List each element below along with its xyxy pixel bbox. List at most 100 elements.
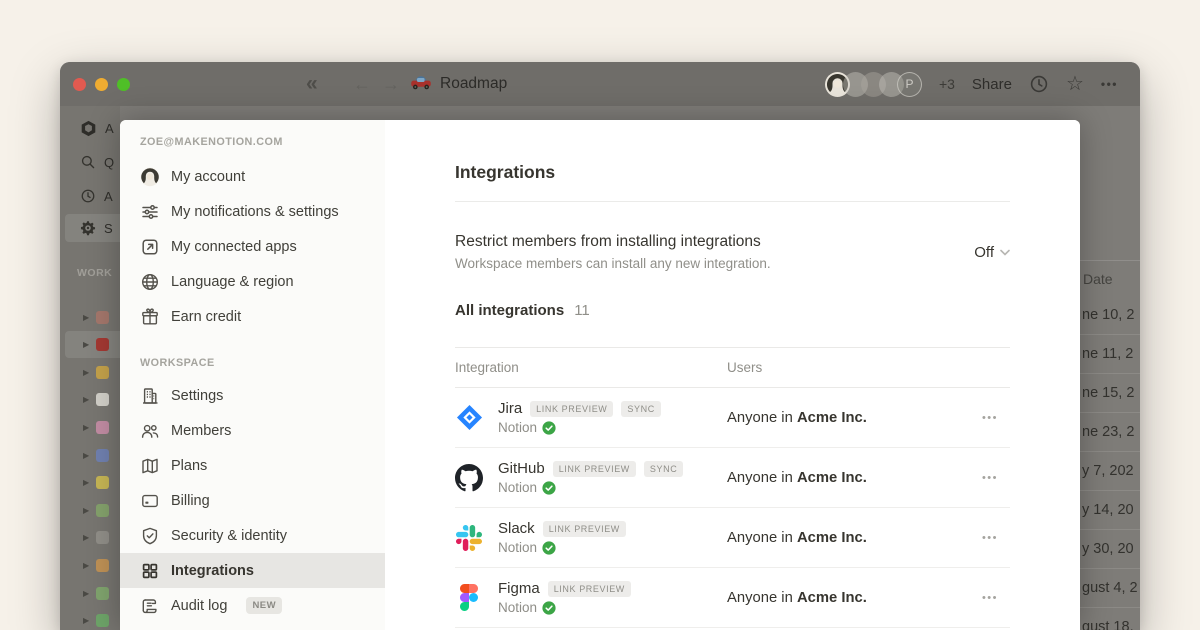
zoom-window-button[interactable] xyxy=(117,78,130,91)
chevron-down-icon xyxy=(1000,249,1010,256)
date-cell-clipped: y 30, 20 xyxy=(1080,530,1140,569)
disclosure-triangle-icon: ▶ xyxy=(83,368,89,377)
sidebar-label-clipped: A xyxy=(105,121,114,136)
sidebar-item-plans[interactable]: Plans xyxy=(120,448,385,483)
row-actions-icon[interactable]: ••• xyxy=(978,468,1002,488)
page-emoji-sparkles xyxy=(96,476,109,489)
page-emoji-leaf xyxy=(96,587,109,600)
sidebar-item-language-region[interactable]: Language & region xyxy=(120,264,385,299)
globe-icon xyxy=(140,272,160,292)
github-logo-icon xyxy=(455,464,483,492)
row-actions-icon[interactable]: ••• xyxy=(978,528,1002,548)
sidebar-item-billing[interactable]: Billing xyxy=(120,483,385,518)
developer-name: Notion xyxy=(498,540,537,555)
notion-window: « ← → Roadmap P xyxy=(60,62,1140,630)
sidebar-label-clipped: A xyxy=(104,189,113,204)
all-integrations-count: 11 xyxy=(574,302,590,319)
divider xyxy=(455,201,1010,202)
sidebar-item-label: Settings xyxy=(171,388,223,404)
sidebar-item-security-identity[interactable]: Security & identity xyxy=(120,518,385,553)
breadcrumb[interactable]: Roadmap xyxy=(410,62,507,106)
sidebar-item-members[interactable]: Members xyxy=(120,413,385,448)
developer-name: Notion xyxy=(498,420,537,435)
date-cell-clipped: ne 11, 2 xyxy=(1080,335,1140,374)
link-preview-badge: LINK PREVIEW xyxy=(543,521,626,537)
disclosure-triangle-icon: ▶ xyxy=(83,313,89,322)
link-preview-badge: LINK PREVIEW xyxy=(553,461,636,477)
app-sidebar-dimmed: A Q A S WORK ▶ ▶ ▶ ▶ xyxy=(60,106,120,630)
car-emoji-icon xyxy=(410,74,432,95)
sidebar-label-clipped: S xyxy=(104,221,113,236)
verified-badge-icon xyxy=(542,541,556,555)
disclosure-triangle-icon: ▶ xyxy=(83,589,89,598)
sidebar-item-label: Audit log xyxy=(171,598,227,614)
minimize-window-button[interactable] xyxy=(95,78,108,91)
building-icon xyxy=(140,386,160,406)
page-emoji-paintbrush xyxy=(96,449,109,462)
grid-icon xyxy=(140,561,160,581)
sidebar-collapse-icon[interactable]: « xyxy=(300,62,322,106)
date-cell-clipped: ne 15, 2 xyxy=(1080,374,1140,413)
date-cell-clipped: gust 4, 2 xyxy=(1080,569,1140,608)
sidebar-item-earn-credit[interactable]: Earn credit xyxy=(120,299,385,334)
all-updates-item: A xyxy=(60,182,120,210)
settings-members-item: S xyxy=(60,214,120,242)
forward-arrow-icon[interactable]: → xyxy=(382,75,400,93)
page-emoji-hat xyxy=(96,421,109,434)
restrict-dropdown[interactable]: Off xyxy=(974,244,1010,261)
disclosure-triangle-icon: ▶ xyxy=(83,423,89,432)
date-cell-clipped: ne 10, 2 xyxy=(1080,296,1140,335)
sidebar-item-integrations[interactable]: Integrations xyxy=(120,553,385,588)
table-row-github: GitHub LINK PREVIEW SYNC Notion xyxy=(455,448,1010,508)
disclosure-triangle-icon: ▶ xyxy=(83,478,89,487)
sidebar-item-audit-log[interactable]: Audit log NEW xyxy=(120,588,385,623)
restrict-setting-description: Workspace members can install any new in… xyxy=(455,253,771,274)
page-table-dimmed: Date ne 10, 2 ne 11, 2 ne 15, 2 ne 23, 2… xyxy=(1080,106,1140,630)
traffic-lights xyxy=(73,62,130,106)
row-actions-icon[interactable]: ••• xyxy=(978,588,1002,608)
sidebar-item-label: Members xyxy=(171,423,231,439)
members-icon xyxy=(140,421,160,441)
share-button[interactable]: Share xyxy=(972,76,1012,93)
desktop-background: « ← → Roadmap P xyxy=(0,0,1200,630)
collaborator-avatars[interactable]: P xyxy=(825,72,922,97)
sidebar-item-label: Language & region xyxy=(171,274,294,290)
page-emoji-croissant xyxy=(96,559,109,572)
page-emoji-car xyxy=(96,338,109,351)
sidebar-item-label: Billing xyxy=(171,493,210,509)
sync-badge: SYNC xyxy=(621,401,660,417)
back-arrow-icon[interactable]: ← xyxy=(353,75,371,93)
table-header: Integration Users xyxy=(455,347,1010,388)
restrict-setting-title: Restrict members from installing integra… xyxy=(455,231,771,253)
page-emoji-bamboo xyxy=(96,504,109,517)
row-actions-icon[interactable]: ••• xyxy=(978,408,1002,428)
close-window-button[interactable] xyxy=(73,78,86,91)
disclosure-triangle-icon: ▶ xyxy=(83,451,89,460)
developer-name: Notion xyxy=(498,480,537,495)
date-cell-clipped: y 7, 202 xyxy=(1080,452,1140,491)
more-options-icon[interactable]: ••• xyxy=(1101,77,1118,91)
sidebar-item-notifications-settings[interactable]: My notifications & settings xyxy=(120,194,385,229)
credit-card-icon xyxy=(140,491,160,511)
page-emoji-pencil xyxy=(96,366,109,379)
workspace-switcher: A xyxy=(60,114,120,142)
favorite-star-icon[interactable]: ☆ xyxy=(1066,74,1084,94)
sidebar-item-label: My notifications & settings xyxy=(171,204,339,220)
sidebar-item-my-account[interactable]: My account xyxy=(120,159,385,194)
shield-check-icon xyxy=(140,526,160,546)
map-icon xyxy=(140,456,160,476)
page-title: Roadmap xyxy=(440,75,507,93)
link-preview-badge: LINK PREVIEW xyxy=(530,401,613,417)
sidebar-item-connected-apps[interactable]: My connected apps xyxy=(120,229,385,264)
window-titlebar: « ← → Roadmap P xyxy=(60,62,1140,106)
integrations-table: Integration Users Jira xyxy=(455,347,1010,628)
user-avatar-icon xyxy=(140,167,160,187)
workspace-section-label: WORKSPACE xyxy=(140,357,215,369)
sidebar-item-settings[interactable]: Settings xyxy=(120,378,385,413)
quick-find-item: Q xyxy=(60,148,120,176)
integration-name: Figma xyxy=(498,580,540,597)
avatar-overflow-count[interactable]: +3 xyxy=(939,76,955,92)
history-clock-icon[interactable] xyxy=(1029,74,1049,94)
dimmed-page-area: A Q A S WORK ▶ ▶ ▶ ▶ xyxy=(60,106,1140,630)
disclosure-triangle-icon: ▶ xyxy=(83,506,89,515)
